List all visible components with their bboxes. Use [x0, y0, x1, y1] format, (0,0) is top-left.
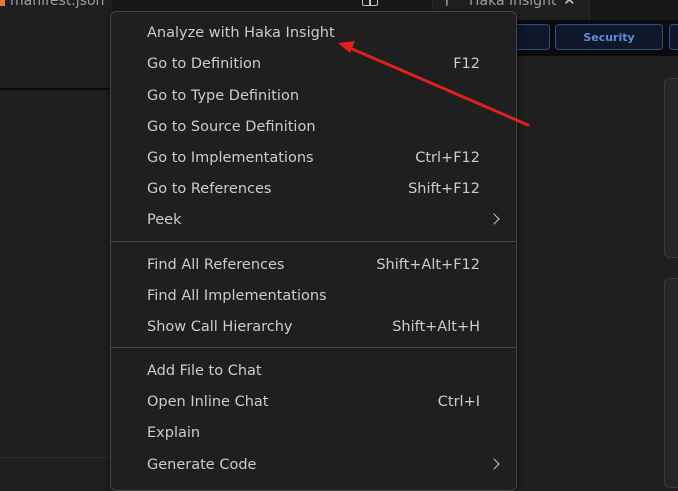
chevron-right-icon — [488, 213, 500, 225]
menu-item-add-file-to-chat[interactable]: Add File to Chat — [111, 356, 516, 386]
editor-left-pane — [0, 20, 112, 477]
json-file-icon — [0, 0, 5, 6]
menu-item-label: Go to Type Definition — [147, 88, 300, 104]
menu-item-shortcut: Shift+F12 — [408, 181, 480, 197]
menu-item-find-all-implementations[interactable]: Find All Implementations — [111, 281, 516, 311]
menu-item-explain[interactable]: Explain — [111, 418, 516, 448]
menu-item-find-all-references[interactable]: Find All References Shift+Alt+F12 — [111, 250, 516, 280]
menu-item-label: Show Call Hierarchy — [147, 319, 293, 335]
chevron-right-icon — [488, 458, 500, 470]
menu-item-go-to-definition[interactable]: Go to Definition F12 — [111, 49, 516, 79]
menu-item-label: Add File to Chat — [147, 363, 262, 379]
haka-insight-card — [664, 78, 678, 258]
menu-item-analyze-with-haka-insight[interactable]: Analyze with Haka Insight — [111, 18, 516, 48]
haka-insight-tab-button[interactable] — [669, 24, 678, 50]
menu-item-shortcut: Shift+Alt+F12 — [376, 257, 480, 273]
menu-item-label: Analyze with Haka Insight — [147, 25, 335, 41]
tab-label: Haka Insight — [469, 0, 557, 9]
menu-item-go-to-type-definition[interactable]: Go to Type Definition — [111, 81, 516, 111]
menu-item-label: Go to Definition — [147, 56, 262, 72]
menu-item-shortcut: Shift+Alt+H — [392, 319, 480, 335]
menu-separator — [111, 347, 516, 348]
menu-item-show-call-hierarchy[interactable]: Show Call Hierarchy Shift+Alt+H — [111, 312, 516, 342]
tab-manifest-json[interactable]: manifest.json — [0, 0, 112, 20]
menu-item-shortcut: Ctrl+F12 — [415, 150, 480, 166]
haka-insight-card — [664, 278, 678, 488]
security-tab-button[interactable]: Security — [555, 24, 663, 50]
editor-context-menu: Analyze with Haka Insight Go to Definiti… — [110, 11, 517, 491]
menu-item-generate-code[interactable]: Generate Code — [111, 450, 516, 480]
pane-divider — [0, 88, 112, 90]
menu-item-label: Peek — [147, 212, 182, 228]
menu-item-label: Open Inline Chat — [147, 394, 269, 410]
tab-label: manifest.json — [10, 0, 105, 9]
menu-item-open-inline-chat[interactable]: Open Inline Chat Ctrl+I — [111, 387, 516, 417]
menu-item-go-to-references[interactable]: Go to References Shift+F12 — [111, 174, 516, 204]
menu-item-label: Explain — [147, 425, 201, 441]
menu-item-shortcut: Ctrl+I — [437, 394, 480, 410]
pane-divider — [0, 457, 112, 458]
menu-item-shortcut: F12 — [453, 56, 480, 72]
close-icon[interactable]: ✕ — [563, 0, 576, 8]
menu-item-label: Find All Implementations — [147, 288, 327, 304]
haka-logo-icon: ᛉ — [443, 0, 451, 8]
menu-item-label: Generate Code — [147, 457, 257, 473]
menu-item-go-to-implementations[interactable]: Go to Implementations Ctrl+F12 — [111, 143, 516, 173]
menu-item-peek[interactable]: Peek — [111, 205, 516, 235]
menu-separator — [111, 241, 516, 242]
menu-item-label: Go to References — [147, 181, 272, 197]
split-editor-icon[interactable] — [362, 0, 378, 6]
menu-item-label: Find All References — [147, 257, 285, 273]
menu-item-label: Go to Implementations — [147, 150, 314, 166]
menu-item-label: Go to Source Definition — [147, 119, 316, 135]
menu-item-go-to-source-definition[interactable]: Go to Source Definition — [111, 112, 516, 142]
